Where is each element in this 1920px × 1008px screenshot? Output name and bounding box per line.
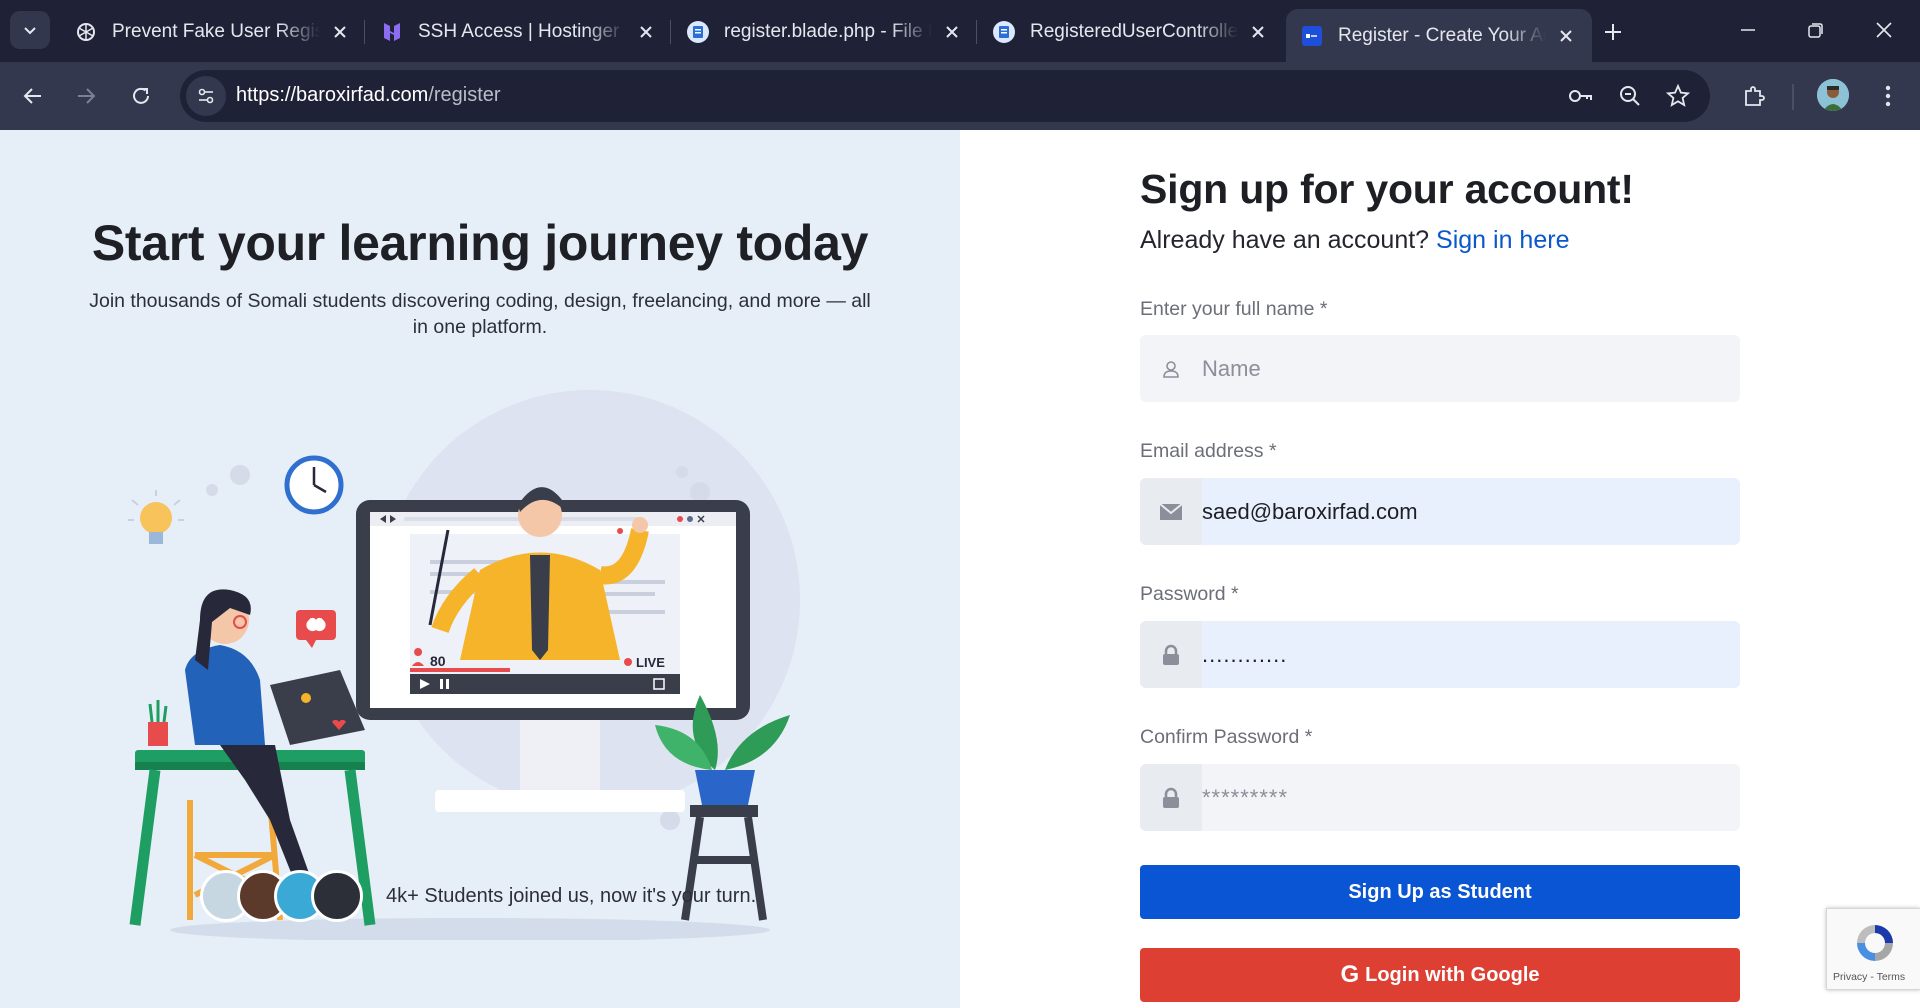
signup-student-button[interactable]: Sign Up as Student — [1140, 865, 1740, 919]
tab-register-active[interactable]: Register - Create Your Account — [1286, 9, 1592, 62]
tab-title: SSH Access | Hostinger — [418, 21, 620, 42]
tune-icon — [198, 88, 214, 104]
social-proof-text: 4k+ Students joined us, now it's your tu… — [386, 884, 757, 907]
email-input[interactable] — [1202, 478, 1740, 545]
restore-button[interactable] — [1792, 12, 1840, 48]
minimize-icon — [1741, 29, 1755, 31]
hero-subtitle: Join thousands of Somali students discov… — [89, 290, 871, 338]
google-login-label: Login with Google — [1365, 963, 1540, 986]
name-field — [1140, 335, 1740, 402]
student-avatars — [200, 870, 363, 922]
password-input[interactable] — [1202, 621, 1740, 688]
zoom-icon[interactable] — [1616, 82, 1644, 110]
google-icon: G — [1340, 961, 1360, 988]
close-icon[interactable] — [940, 20, 964, 44]
bookmark-star-icon[interactable] — [1664, 82, 1692, 110]
password-key-icon[interactable] — [1566, 82, 1594, 110]
browser-toolbar: https://baroxirfad.com/register — [0, 62, 1920, 130]
viewer-count: 80 — [430, 653, 446, 669]
tab-title: register.blade.php - File Manager — [724, 21, 932, 42]
close-icon[interactable] — [634, 20, 658, 44]
forward-button[interactable] — [68, 78, 104, 114]
password-field — [1140, 621, 1740, 688]
profile-avatar[interactable] — [1817, 79, 1849, 111]
close-icon — [1876, 22, 1892, 38]
email-label: Email address * — [1140, 440, 1277, 462]
url-text: https://baroxirfad.com/register — [236, 84, 501, 107]
lock-icon — [1140, 764, 1202, 831]
signin-link[interactable]: Sign in here — [1436, 226, 1569, 254]
puzzle-icon — [1745, 86, 1765, 106]
reload-icon — [133, 87, 149, 104]
confirm-password-label: Confirm Password * — [1140, 726, 1313, 748]
user-icon — [1140, 335, 1202, 402]
hero-title: Start your learning journey today — [91, 215, 869, 271]
arrow-right-icon — [78, 88, 96, 104]
tab-ssh-access[interactable]: SSH Access | Hostinger — [366, 9, 672, 55]
google-login-button[interactable]: G Login with Google — [1140, 948, 1740, 1002]
url-path: /register — [428, 84, 501, 106]
hostinger-icon — [380, 20, 404, 44]
tab-strip: Prevent Fake User Registration SSH Acces… — [0, 0, 1920, 62]
extensions-button[interactable] — [1736, 78, 1772, 114]
address-bar[interactable]: https://baroxirfad.com/register — [180, 70, 1710, 122]
avatar — [311, 870, 363, 922]
live-badge: LIVE — [636, 655, 665, 670]
recaptcha-badge[interactable]: Privacy - Terms — [1826, 908, 1920, 990]
recaptcha-links[interactable]: Privacy - Terms — [1833, 971, 1905, 983]
url-host: https://baroxirfad.com — [236, 84, 429, 106]
lock-icon — [1140, 621, 1202, 688]
signup-form-panel: Sign up for your account! Already have a… — [960, 130, 1920, 1008]
browser-menu-button[interactable] — [1870, 78, 1906, 114]
tab-title: Prevent Fake User Registration — [112, 21, 320, 42]
plus-icon — [1605, 24, 1621, 40]
site-info-button[interactable] — [186, 76, 226, 116]
arrow-left-icon — [23, 88, 41, 104]
file-manager-icon — [686, 20, 710, 44]
tab-separator — [976, 20, 977, 44]
tab-search-button[interactable] — [10, 11, 50, 49]
close-icon[interactable] — [1554, 24, 1578, 48]
file-manager-icon — [992, 20, 1016, 44]
register-page: Start your learning journey today Join t… — [0, 130, 1920, 1008]
minimize-button[interactable] — [1724, 12, 1772, 48]
social-proof: 4k+ Students joined us, now it's your tu… — [200, 870, 756, 922]
close-icon[interactable] — [328, 20, 352, 44]
form-title: Sign up for your account! — [1140, 166, 1634, 212]
toolbar-divider — [1792, 84, 1794, 110]
tab-registered-user-controller[interactable]: RegisteredUserController.php — [978, 9, 1284, 55]
name-input[interactable] — [1202, 335, 1740, 402]
tab-register-blade[interactable]: register.blade.php - File Manager — [672, 9, 978, 55]
recaptcha-icon — [1857, 925, 1893, 961]
back-button[interactable] — [15, 78, 51, 114]
tab-prevent-fake[interactable]: Prevent Fake User Registration — [60, 9, 366, 55]
online-learning-illustration: 80 LIVE — [128, 390, 800, 940]
tab-separator — [364, 20, 365, 44]
tab-separator — [670, 20, 671, 44]
site-favicon — [1300, 24, 1324, 48]
envelope-icon — [1140, 478, 1202, 545]
openai-icon — [74, 20, 98, 44]
confirm-password-input[interactable] — [1202, 764, 1740, 831]
confirm-password-field — [1140, 764, 1740, 831]
email-field — [1140, 478, 1740, 545]
promo-panel: Start your learning journey today Join t… — [0, 130, 960, 1008]
chevron-down-icon — [24, 27, 36, 35]
password-label: Password * — [1140, 583, 1239, 605]
more-vert-icon — [1885, 85, 1891, 107]
tab-title: Register - Create Your Account — [1338, 24, 1546, 46]
tab-title: RegisteredUserController.php — [1030, 21, 1238, 42]
signin-prompt: Already have an account? Sign in here — [1140, 226, 1569, 255]
signin-prompt-text: Already have an account? — [1140, 226, 1430, 254]
reload-button[interactable] — [123, 78, 159, 114]
close-icon[interactable] — [1246, 20, 1270, 44]
new-tab-button[interactable] — [1596, 15, 1630, 49]
close-window-button[interactable] — [1860, 12, 1908, 48]
restore-icon — [1808, 23, 1823, 38]
name-label: Enter your full name * — [1140, 298, 1328, 320]
